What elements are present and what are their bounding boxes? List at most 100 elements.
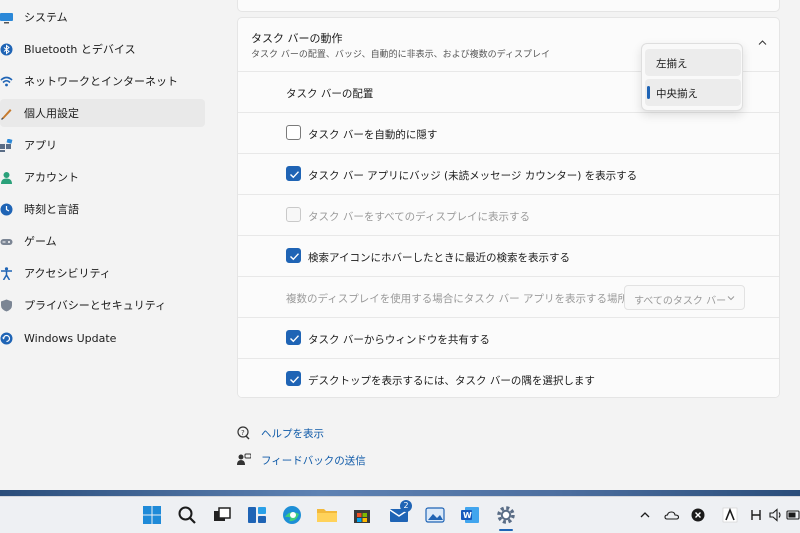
taskbar-alignment-dropdown: 左揃え 中央揃え: [641, 43, 743, 111]
apps-icon: [0, 138, 13, 152]
help-link[interactable]: ? ヘルプを表示: [237, 423, 324, 443]
sidebar-item-label: 時刻と言語: [24, 203, 79, 216]
desktop-corner-row[interactable]: デスクトップを表示するには、タスク バーの隅を選択します: [238, 358, 779, 397]
brush-icon: [1, 108, 12, 120]
badges-checkbox[interactable]: [286, 166, 301, 181]
auto-hide-label: タスク バーを自動的に隠す: [308, 129, 438, 141]
option-label: 左揃え: [656, 58, 688, 70]
all-displays-checkbox: [286, 207, 301, 222]
sidebar-item-personalization[interactable]: 個人用設定: [0, 99, 205, 127]
recent-search-label: 検索アイコンにホバーしたときに最近の検索を表示する: [308, 252, 570, 264]
alignment-option-center[interactable]: 中央揃え: [645, 79, 741, 106]
sidebar-item-accounts[interactable]: アカウント: [0, 163, 205, 191]
sidebar-item-accessibility[interactable]: アクセシビリティ: [0, 259, 205, 287]
help-icon: ?: [237, 426, 250, 440]
auto-hide-checkbox[interactable]: [286, 125, 301, 140]
feedback-link-text[interactable]: フィードバックの送信: [261, 453, 366, 468]
desktop-corner-label: デスクトップを表示するには、タスク バーの隅を選択します: [308, 375, 595, 387]
settings-gear-icon[interactable]: [494, 503, 518, 527]
sidebar-item-network[interactable]: ネットワークとインターネット: [0, 67, 205, 95]
shield-icon: [1, 299, 12, 311]
feedback-link[interactable]: フィードバックの送信: [237, 450, 366, 470]
auto-hide-row[interactable]: タスク バーを自動的に隠す: [238, 112, 779, 153]
badges-row[interactable]: タスク バー アプリにバッジ (未読メッセージ カウンター) を表示する: [238, 153, 779, 194]
share-window-checkbox[interactable]: [286, 330, 301, 345]
active-app-indicator: [499, 529, 513, 531]
globe-clock-icon: [0, 203, 13, 215]
checkmark-icon: [290, 335, 300, 343]
chevron-down-icon: [727, 296, 735, 301]
font-app-icon[interactable]: [722, 507, 738, 523]
sidebar-item-label: Windows Update: [24, 331, 117, 345]
windows-taskbar: 2 W: [0, 496, 800, 533]
task-view-icon[interactable]: [210, 503, 234, 527]
sidebar-item-gaming[interactable]: ゲーム: [0, 227, 205, 255]
settings-sidebar: システム Bluetooth とデバイス ネットワークとインターネット 個人用設…: [0, 0, 215, 490]
chevron-up-icon[interactable]: [758, 38, 767, 47]
refresh-icon: [0, 332, 13, 344]
chevron-up-icon[interactable]: [637, 507, 653, 523]
mail-badge: 2: [400, 500, 412, 512]
svg-text:W: W: [463, 511, 472, 520]
battery-icon[interactable]: [786, 507, 800, 523]
sidebar-item-label: アクセシビリティ: [24, 267, 111, 280]
checkmark-icon: [290, 376, 300, 384]
recent-search-row[interactable]: 検索アイコンにホバーしたときに最近の検索を表示する: [238, 235, 779, 276]
card-subtitle: タスク バーの配置、バッジ、自動的に非表示、および複数のディスプレイ: [251, 50, 550, 60]
accessibility-icon: [1, 266, 12, 280]
display-icon: [0, 12, 13, 23]
word-icon[interactable]: W: [458, 503, 482, 527]
recent-search-checkbox[interactable]: [286, 248, 301, 263]
start-icon[interactable]: [140, 503, 164, 527]
widgets-icon[interactable]: [245, 503, 269, 527]
person-icon: [1, 171, 12, 184]
sidebar-item-apps[interactable]: アプリ: [0, 131, 205, 159]
all-displays-label: タスク バーをすべてのディスプレイに表示する: [308, 211, 530, 223]
edge-icon[interactable]: [280, 503, 304, 527]
search-icon[interactable]: [175, 503, 199, 527]
option-label: 中央揃え: [656, 88, 698, 100]
desktop-corner-checkbox[interactable]: [286, 371, 301, 386]
share-window-row[interactable]: タスク バーからウィンドウを共有する: [238, 317, 779, 358]
help-link-text[interactable]: ヘルプを表示: [261, 426, 324, 441]
multi-display-row: 複数のディスプレイを使用する場合にタスク バー アプリを表示する場所 すべてのタ…: [238, 276, 779, 317]
badges-label: タスク バー アプリにバッジ (未読メッセージ カウンター) を表示する: [308, 170, 638, 182]
multi-display-value: すべてのタスク バー: [634, 296, 727, 307]
selected-indicator: [647, 86, 650, 99]
ime-mode-icon[interactable]: [748, 507, 764, 523]
card-title: タスク バーの動作: [251, 32, 343, 45]
sidebar-item-label: Bluetooth とデバイス: [24, 43, 136, 56]
close-circle-icon[interactable]: [690, 507, 706, 523]
sidebar-item-bluetooth[interactable]: Bluetooth とデバイス: [0, 35, 205, 63]
mail-app[interactable]: 2: [387, 500, 412, 527]
sidebar-item-label: アカウント: [24, 171, 79, 184]
alignment-option-left[interactable]: 左揃え: [645, 49, 741, 76]
volume-icon[interactable]: [768, 507, 784, 523]
sidebar-item-windows-update[interactable]: Windows Update: [0, 324, 205, 352]
photos-icon[interactable]: [423, 503, 447, 527]
onedrive-cloud-icon[interactable]: [664, 507, 680, 523]
feedback-icon: [237, 453, 251, 465]
wifi-icon: [0, 76, 13, 86]
sidebar-item-label: アプリ: [24, 139, 57, 152]
all-displays-row: タスク バーをすべてのディスプレイに表示する: [238, 194, 779, 235]
svg-text:?: ?: [241, 429, 245, 437]
multi-display-select: すべてのタスク バー: [624, 285, 745, 310]
file-explorer-icon[interactable]: [315, 503, 339, 527]
bluetooth-icon: [0, 43, 13, 55]
store-icon[interactable]: [350, 503, 374, 527]
sidebar-item-label: システム: [24, 11, 68, 24]
checkmark-icon: [290, 253, 300, 261]
gamepad-icon: [0, 238, 13, 245]
sidebar-item-label: ネットワークとインターネット: [24, 75, 178, 88]
share-window-label: タスク バーからウィンドウを共有する: [308, 334, 490, 346]
checkmark-icon: [290, 171, 300, 179]
sidebar-item-label: ゲーム: [24, 235, 57, 248]
sidebar-item-label: 個人用設定: [24, 107, 79, 120]
sidebar-item-system[interactable]: システム: [0, 3, 205, 31]
previous-card: [237, 0, 780, 12]
sidebar-item-privacy[interactable]: プライバシーとセキュリティ: [0, 291, 205, 319]
sidebar-item-time-language[interactable]: 時刻と言語: [0, 195, 205, 223]
sidebar-item-label: プライバシーとセキュリティ: [24, 299, 167, 312]
multi-display-label: 複数のディスプレイを使用する場合にタスク バー アプリを表示する場所: [286, 293, 628, 305]
